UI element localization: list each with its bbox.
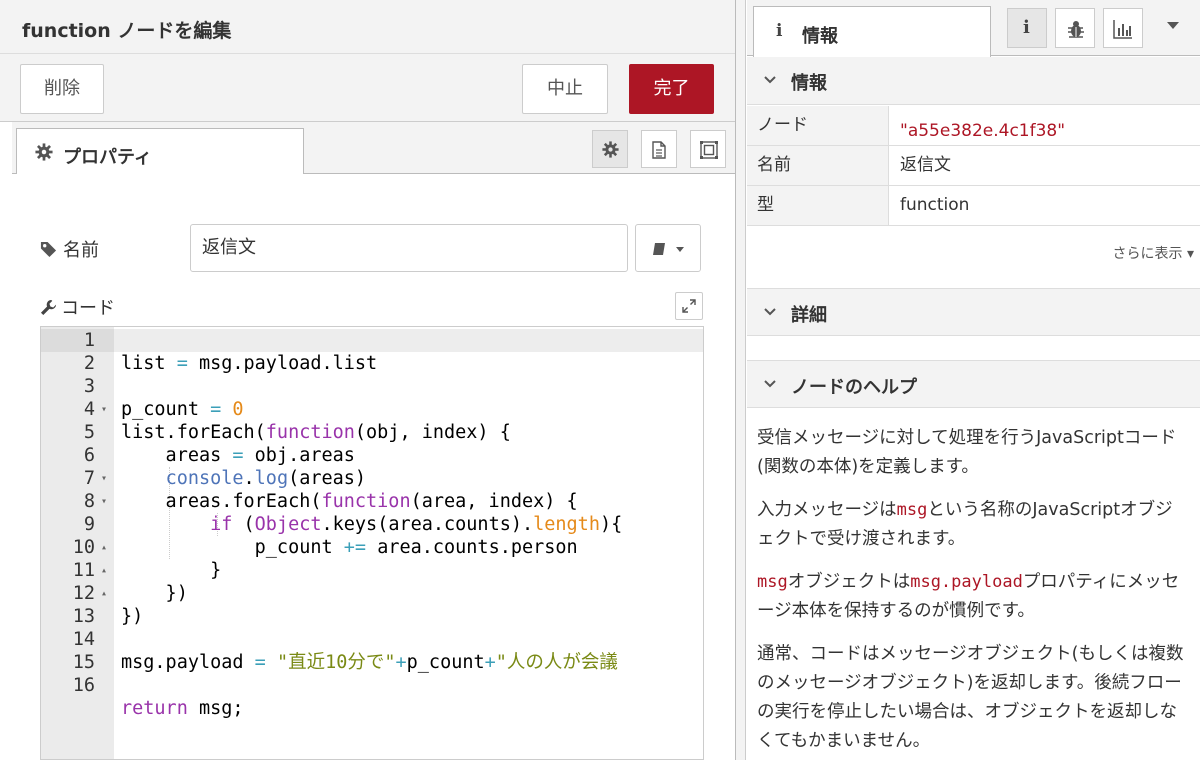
- info-icon: i: [776, 21, 783, 41]
- gear-icon: [602, 141, 619, 158]
- edit-tray: function ノードを編集 削除 中止 完了 プロパティ 名前 返信文 コー…: [0, 0, 736, 760]
- code-line: }: [210, 560, 222, 581]
- chevron-down-icon: [764, 380, 776, 388]
- sidebar-resize-handle[interactable]: [736, 0, 746, 760]
- code-line: list = msg.payload.list: [121, 353, 378, 374]
- code-line: console.log(areas): [165, 468, 367, 489]
- details-section-header[interactable]: 詳細: [747, 288, 1200, 336]
- help-paragraph: 入力メッセージはmsgという名称のJavaScriptオブジェクトで受け渡されま…: [757, 500, 1173, 549]
- tray-toolbar: 削除 中止 完了: [0, 54, 735, 122]
- node-info-table: ノード "a55e382e.4c1f38" 名前 返信文 型 function: [747, 106, 1200, 226]
- sidebar-menu-caret-icon[interactable]: [1167, 22, 1179, 29]
- book-icon: [653, 243, 684, 255]
- expand-editor-button[interactable]: [675, 292, 703, 320]
- code-line: p_count += area.counts.person: [254, 537, 578, 558]
- info-row-type: 型 function: [747, 186, 1200, 226]
- info-tab-button[interactable]: i: [1007, 8, 1047, 48]
- chevron-down-icon: [764, 76, 776, 84]
- name-input[interactable]: 返信文: [190, 224, 628, 272]
- help-paragraph: 通常、コードはメッセージオブジェクト(もしくは複数のメッセージオブジェクト)を返…: [757, 644, 1184, 751]
- delete-button[interactable]: 削除: [20, 64, 104, 114]
- help-section-header[interactable]: ノードのヘルプ: [747, 360, 1200, 408]
- info-section-header[interactable]: 情報: [747, 57, 1200, 105]
- bug-icon: [1068, 21, 1084, 38]
- document-icon: [652, 141, 666, 159]
- node-id-value[interactable]: "a55e382e.4c1f38": [900, 112, 1065, 150]
- settings-tab-button[interactable]: [592, 130, 628, 168]
- node-help-text: 受信メッセージに対して処理を行うJavaScriptコード(関数の本体)を定義し…: [747, 412, 1200, 760]
- bar-chart-icon: [1113, 20, 1132, 39]
- tab-properties-label: プロパティ: [63, 147, 152, 168]
- tab-properties[interactable]: プロパティ: [16, 128, 304, 175]
- frame-icon: [700, 141, 718, 159]
- gear-icon: [35, 143, 53, 161]
- code-line: }): [121, 606, 144, 627]
- wrench-icon: [40, 299, 57, 316]
- code-line: return msg;: [121, 698, 244, 719]
- dashboard-tab-button[interactable]: [1103, 8, 1143, 48]
- properties-form: 名前 返信文 コード 1 2 3 4 ▾ 5 6 7 ▾ 8 ▾ 9 10 ▴ …: [12, 174, 735, 760]
- tab-info[interactable]: i 情報: [753, 6, 991, 57]
- code-editor[interactable]: 1 2 3 4 ▾ 5 6 7 ▾ 8 ▾ 9 10 ▴ 11 ▴ 12 ▴ 13 14 15 16 list = msg…: [40, 326, 704, 760]
- expand-icon: [682, 299, 696, 313]
- name-label: 名前: [40, 236, 99, 262]
- tray-header: function ノードを編集: [0, 0, 735, 54]
- show-more-link[interactable]: さらに表示 ▾: [1113, 243, 1194, 263]
- code-line: msg.payload = "直近10分で"+p_count+"人の人が会議: [121, 652, 618, 673]
- node-library-button[interactable]: [635, 224, 701, 272]
- code-line: areas = obj.areas: [121, 445, 355, 466]
- description-tab-button[interactable]: [641, 130, 677, 168]
- help-paragraph: msgオブジェクトはmsg.payloadプロパティにメッセージ本体を保持するの…: [757, 572, 1180, 621]
- tag-icon: [40, 241, 57, 258]
- code-line: areas.forEach(function(area, index) {: [121, 491, 578, 512]
- tray-title: function ノードを編集: [22, 20, 232, 42]
- debug-tab-button[interactable]: [1055, 8, 1095, 48]
- info-icon: i: [1023, 17, 1030, 38]
- done-button[interactable]: 完了: [629, 64, 714, 114]
- cancel-button[interactable]: 中止: [522, 64, 608, 114]
- appearance-tab-button[interactable]: [690, 130, 726, 168]
- editor-tabs: プロパティ: [12, 122, 735, 175]
- code-line: list.forEach(function(obj, index) {: [121, 422, 511, 443]
- code-label: コード: [40, 294, 115, 320]
- info-row-node: ノード "a55e382e.4c1f38": [747, 106, 1200, 146]
- help-paragraph: 受信メッセージに対して処理を行うJavaScriptコード(関数の本体)を定義し…: [757, 428, 1177, 477]
- chevron-down-icon: [764, 308, 776, 316]
- tab-info-label: 情報: [802, 26, 838, 47]
- info-sidebar: i 情報 i 情報 ノード "a55e382e.4c1f38" 名前 返信文 型…: [747, 0, 1200, 760]
- code-line: if (Object.keys(area.counts).length){: [210, 514, 623, 535]
- code-line: }): [121, 583, 188, 604]
- code-line: p_count = 0: [121, 399, 244, 420]
- sidebar-tabbar: i 情報 i: [747, 0, 1200, 57]
- info-row-name: 名前 返信文: [747, 146, 1200, 186]
